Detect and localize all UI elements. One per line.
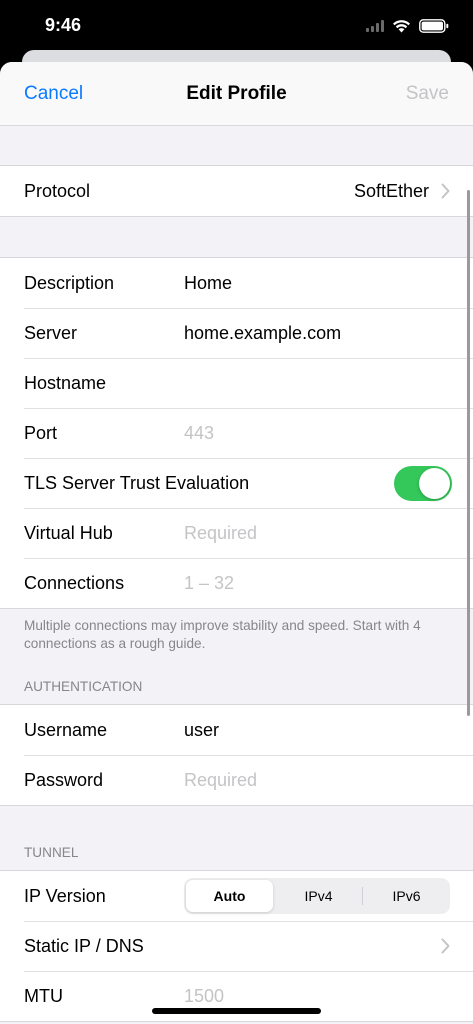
description-row[interactable]: Description Home	[0, 258, 473, 308]
hostname-label: Hostname	[24, 372, 107, 393]
port-row[interactable]: Port 443	[0, 408, 473, 458]
protocol-row[interactable]: Protocol SoftEther	[0, 166, 473, 216]
virtual-hub-label: Virtual Hub	[24, 522, 113, 543]
static-ip-dns-row[interactable]: Static IP / DNS	[0, 921, 473, 971]
signal-icon	[366, 20, 384, 32]
description-field[interactable]: Home	[184, 273, 473, 294]
tls-toggle[interactable]	[394, 466, 452, 501]
connections-row[interactable]: Connections 1 – 32	[0, 558, 473, 608]
ip-option-auto[interactable]: Auto	[186, 880, 273, 912]
scrollbar[interactable]	[467, 190, 470, 716]
ip-version-row: IP Version Auto IPv4 IPv6	[0, 871, 473, 921]
password-label: Password	[24, 769, 104, 790]
connections-field[interactable]: 1 – 32	[184, 573, 473, 594]
chevron-right-icon	[441, 938, 450, 954]
tunnel-group: IP Version Auto IPv4 IPv6 Static IP / DN…	[0, 870, 473, 1022]
page-title: Edit Profile	[186, 83, 287, 104]
status-icons	[366, 16, 449, 36]
protocol-group: Protocol SoftEther	[0, 165, 473, 217]
profile-group: Description Home Server home.example.com…	[0, 257, 473, 609]
password-row[interactable]: Password Required	[0, 755, 473, 805]
ip-version-label: IP Version	[24, 885, 106, 906]
ip-option-ipv4[interactable]: IPv4	[275, 878, 362, 914]
home-indicator	[152, 1008, 321, 1014]
description-label: Description	[24, 272, 115, 293]
username-field[interactable]: user	[184, 720, 473, 741]
tls-label: TLS Server Trust Evaluation	[24, 472, 250, 493]
server-row[interactable]: Server home.example.com	[0, 308, 473, 358]
ip-version-segmented-control[interactable]: Auto IPv4 IPv6	[184, 878, 450, 914]
navigation-bar: Cancel Edit Profile Save	[0, 62, 473, 126]
hostname-row[interactable]: Hostname	[0, 358, 473, 408]
wifi-icon	[393, 20, 410, 33]
connections-label: Connections	[24, 572, 125, 593]
chevron-right-icon	[441, 183, 450, 199]
protocol-label: Protocol	[24, 180, 91, 201]
battery-icon	[419, 19, 449, 33]
tls-row: TLS Server Trust Evaluation	[0, 458, 473, 508]
edit-profile-sheet: Cancel Edit Profile Save Protocol SoftEt…	[0, 62, 473, 1024]
server-field[interactable]: home.example.com	[184, 323, 473, 344]
tunnel-header: TUNNEL	[24, 845, 79, 860]
virtual-hub-field[interactable]: Required	[184, 523, 473, 544]
toggle-knob	[419, 468, 450, 499]
username-label: Username	[24, 719, 108, 740]
save-button[interactable]: Save	[406, 83, 449, 105]
ip-option-ipv6[interactable]: IPv6	[363, 878, 450, 914]
mtu-field[interactable]: 1500	[184, 986, 473, 1007]
port-label: Port	[24, 422, 58, 443]
status-time: 9:46	[45, 15, 82, 35]
mtu-label: MTU	[24, 985, 63, 1006]
form-content: Protocol SoftEther Description Home Serv…	[0, 126, 473, 1022]
authentication-group: Username user Password Required	[0, 704, 473, 806]
status-bar: 9:46	[0, 0, 473, 52]
server-label: Server	[24, 322, 78, 343]
port-field[interactable]: 443	[184, 423, 473, 444]
protocol-value: SoftEther	[353, 180, 429, 201]
static-ip-dns-label: Static IP / DNS	[24, 935, 144, 956]
authentication-header: AUTHENTICATION	[24, 679, 143, 694]
connections-footer: Multiple connections may improve stabili…	[24, 618, 421, 651]
virtual-hub-row[interactable]: Virtual Hub Required	[0, 508, 473, 558]
username-row[interactable]: Username user	[0, 705, 473, 755]
password-field[interactable]: Required	[184, 770, 473, 791]
